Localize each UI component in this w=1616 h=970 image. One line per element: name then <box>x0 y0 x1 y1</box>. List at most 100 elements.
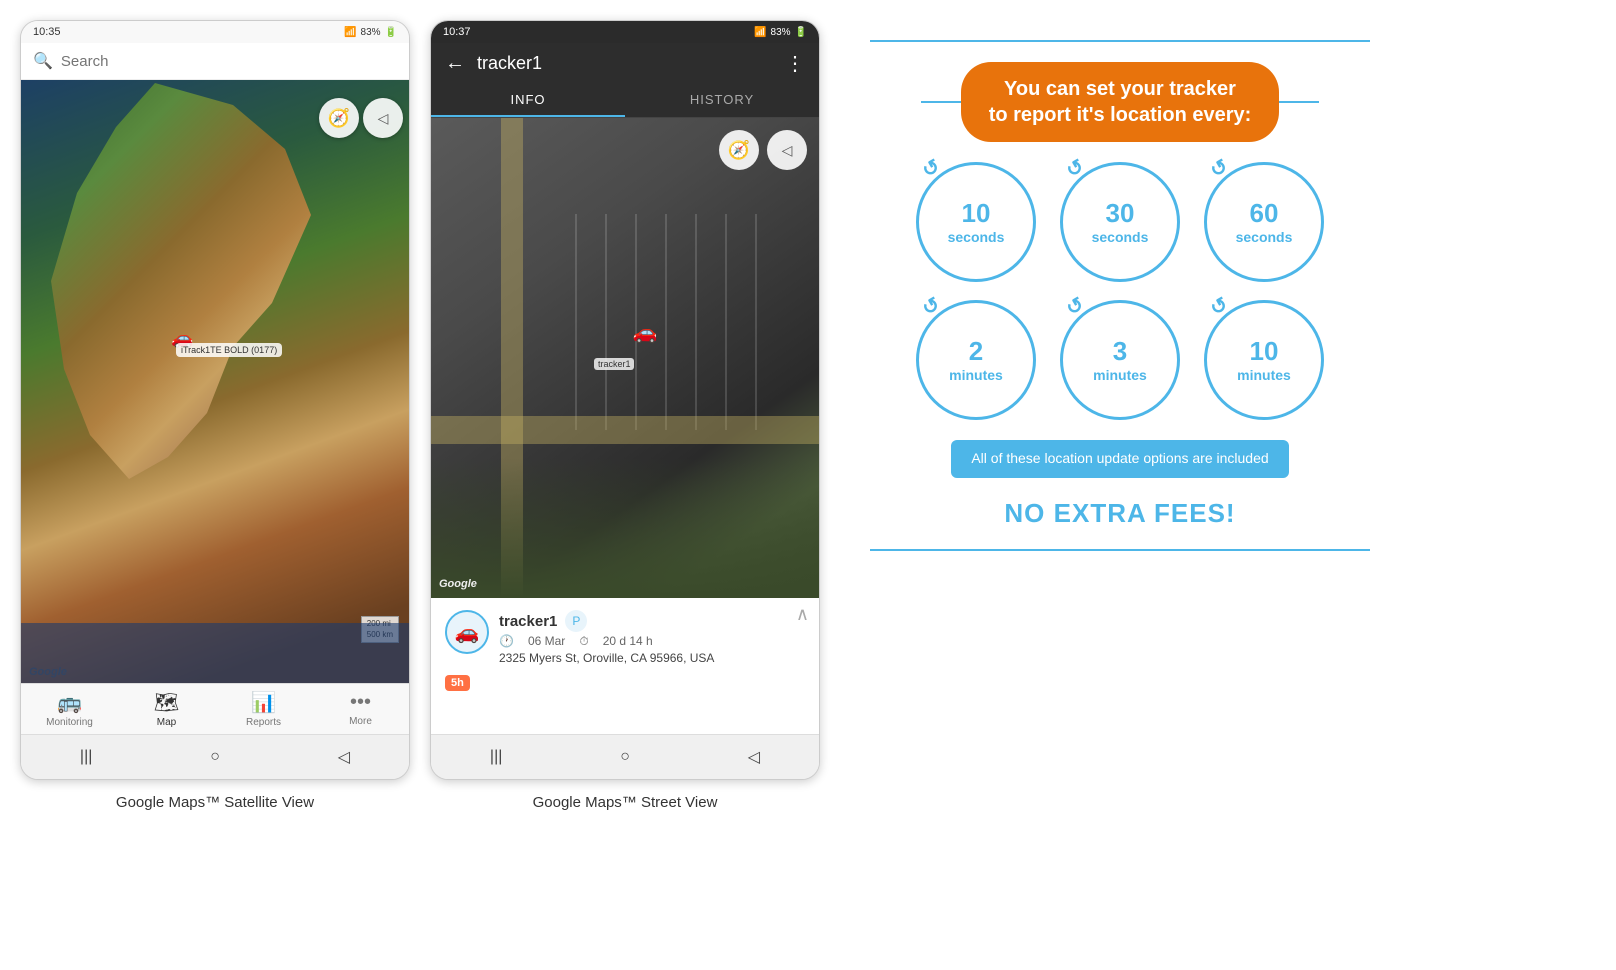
circle-unit-2: seconds <box>1236 229 1293 246</box>
android-back-2[interactable]: ◁ <box>728 743 780 771</box>
battery-icon-2: 🔋 <box>795 27 807 38</box>
signal-icon: 📶 <box>344 27 356 38</box>
back-button[interactable]: ← <box>445 52 465 75</box>
nav-monitoring[interactable]: 🚌 Monitoring <box>35 690 105 728</box>
right-teal-bar <box>1279 101 1319 103</box>
aerial-navigate[interactable]: ◁ <box>767 130 807 170</box>
phone-screen-2: 10:37 📶 83% 🔋 ← tracker1 ⋮ INFO HISTORY <box>430 20 820 811</box>
no-fee-banner: All of these location update options are… <box>951 440 1288 478</box>
circle-value-5: 10 <box>1237 336 1291 367</box>
google-logo-2: Google <box>439 578 477 590</box>
arrow-icon-0: ↺ <box>918 154 945 183</box>
tracker-duration: 20 d 14 h <box>603 634 653 649</box>
teal-line-top <box>870 40 1370 42</box>
status-time-2: 10:37 <box>443 26 471 38</box>
tab-info[interactable]: INFO <box>431 84 625 117</box>
interval-circle-1: ↺ 30 seconds <box>1060 162 1180 282</box>
monitoring-icon: 🚌 <box>57 690 82 715</box>
arrow-icon-3: ↺ <box>918 292 945 321</box>
tracker-address: 2325 Myers St, Oroville, CA 95966, USA <box>499 651 805 665</box>
nav-more-label: More <box>349 716 372 727</box>
collapse-button[interactable]: ∧ <box>796 604 809 625</box>
more-menu-button[interactable]: ⋮ <box>785 51 805 76</box>
arrow-icon-1: ↺ <box>1062 154 1089 183</box>
phone-screen-1: 10:35 📶 83% 🔋 🔍 🧭 ◁ 🚗 i <box>20 20 410 811</box>
clock-icon: 🕐 <box>499 634 514 649</box>
search-input[interactable] <box>61 53 397 70</box>
tracker-icon-box: 🚗 <box>445 610 489 654</box>
road-vertical <box>501 118 523 598</box>
tracker-date-row: 🕐 06 Mar ⏱ 20 d 14 h <box>499 634 805 649</box>
android-nav-2: ||| ○ ◁ <box>431 734 819 779</box>
google-logo-1: Google <box>29 666 67 678</box>
aerial-compass[interactable]: 🧭 <box>719 130 759 170</box>
no-extra-fees-text: NO EXTRA FEES! <box>1004 498 1235 529</box>
circle-unit-3: minutes <box>949 367 1003 384</box>
tracker-info-panel: ∧ 🚗 tracker1 P 🕐 06 Mar ⏱ 20 d 14 h <box>431 598 819 734</box>
interval-circle-5: ↺ 10 minutes <box>1204 300 1324 420</box>
interval-circle-4: ↺ 3 minutes <box>1060 300 1180 420</box>
headline-line1: You can set your tracker <box>1004 78 1236 100</box>
nav-reports[interactable]: 📊 Reports <box>229 690 299 728</box>
arrow-icon-4: ↺ <box>1062 292 1089 321</box>
nav-reports-label: Reports <box>246 717 281 728</box>
satellite-map-container[interactable]: 🔍 🧭 ◁ 🚗 iTrack1TE BOLD (0177) 200 mi500 … <box>21 43 409 683</box>
search-icon: 🔍 <box>33 51 53 71</box>
interval-circle-3: ↺ 2 minutes <box>916 300 1036 420</box>
compass-icon: 🧭 <box>328 108 350 129</box>
android-home[interactable]: ○ <box>190 744 240 770</box>
reports-icon: 📊 <box>251 690 276 715</box>
android-nav-1: ||| ○ ◁ <box>21 734 409 779</box>
tab-history[interactable]: HISTORY <box>625 84 819 117</box>
aerial-compass-icon: 🧭 <box>728 140 750 161</box>
battery-label-2: 83% <box>771 27 791 38</box>
circle-value-3: 2 <box>949 336 1003 367</box>
arrow-icon-5: ↺ <box>1206 292 1233 321</box>
bottom-nav-1: 🚌 Monitoring 🗺 Map 📊 Reports ••• More <box>21 683 409 734</box>
intervals-grid: ↺ 10 seconds ↺ 30 seconds ↺ 60 seconds ↺… <box>916 162 1324 420</box>
android-recents[interactable]: ||| <box>60 744 112 770</box>
map-scale: 200 mi500 km <box>361 616 399 643</box>
signal-icon-2: 📶 <box>754 27 766 38</box>
phone-tracker-view: 10:37 📶 83% 🔋 ← tracker1 ⋮ INFO HISTORY <box>430 20 820 780</box>
phone-satellite-view: 10:35 📶 83% 🔋 🔍 🧭 ◁ 🚗 i <box>20 20 410 780</box>
caption-screen-1: Google Maps™ Satellite View <box>116 794 314 811</box>
tracker-label-1: iTrack1TE BOLD (0177) <box>176 343 282 357</box>
navigate-icon: ◁ <box>378 110 389 127</box>
circle-unit-0: seconds <box>948 229 1005 246</box>
status-bar-2: 10:37 📶 83% 🔋 <box>431 21 819 43</box>
navigate-button[interactable]: ◁ <box>363 98 403 138</box>
circle-value-1: 30 <box>1092 198 1149 229</box>
tracker-date: 06 Mar <box>528 634 565 649</box>
aerial-map: 🚗 tracker1 🧭 ◁ Google <box>431 118 819 598</box>
circle-value-4: 3 <box>1093 336 1147 367</box>
android-back[interactable]: ◁ <box>318 743 370 771</box>
headline-line2: to report it's location every: <box>989 104 1252 126</box>
compass-button[interactable]: 🧭 <box>319 98 359 138</box>
tracker-title: tracker1 <box>477 53 773 74</box>
status-icons-1: 📶 83% 🔋 <box>344 27 397 38</box>
no-fee-text: All of these location update options are… <box>971 450 1268 466</box>
android-home-2[interactable]: ○ <box>600 744 650 770</box>
time-badge: 5h <box>445 675 470 691</box>
tracker-app-header: ← tracker1 ⋮ <box>431 43 819 84</box>
tracker-car-pin: 🚗 <box>633 320 658 345</box>
status-icons-2: 📶 83% 🔋 <box>754 27 807 38</box>
tracker-info-row: 🚗 tracker1 P 🕐 06 Mar ⏱ 20 d 14 h 2325 M… <box>445 610 805 665</box>
satellite-map: 🧭 ◁ 🚗 iTrack1TE BOLD (0177) 200 mi500 km… <box>21 43 409 683</box>
tracker-details: tracker1 P 🕐 06 Mar ⏱ 20 d 14 h 2325 Mye… <box>499 610 805 665</box>
nav-map[interactable]: 🗺 Map <box>132 690 202 728</box>
tracker-tabs: INFO HISTORY <box>431 84 819 118</box>
tracker-info-section: You can set your tracker to report it's … <box>840 20 1400 571</box>
aerial-map-container[interactable]: 🚗 tracker1 🧭 ◁ Google <box>431 118 819 598</box>
circle-value-2: 60 <box>1236 198 1293 229</box>
more-icon-nav: ••• <box>350 691 371 714</box>
android-recents-2[interactable]: ||| <box>470 744 522 770</box>
status-bar-1: 10:35 📶 83% 🔋 <box>21 21 409 43</box>
interval-circle-0: ↺ 10 seconds <box>916 162 1036 282</box>
nav-more[interactable]: ••• More <box>326 691 396 727</box>
battery-label-1: 83% <box>361 27 381 38</box>
status-time-1: 10:35 <box>33 26 61 38</box>
nav-map-label: Map <box>157 717 176 728</box>
nav-monitoring-label: Monitoring <box>46 717 93 728</box>
